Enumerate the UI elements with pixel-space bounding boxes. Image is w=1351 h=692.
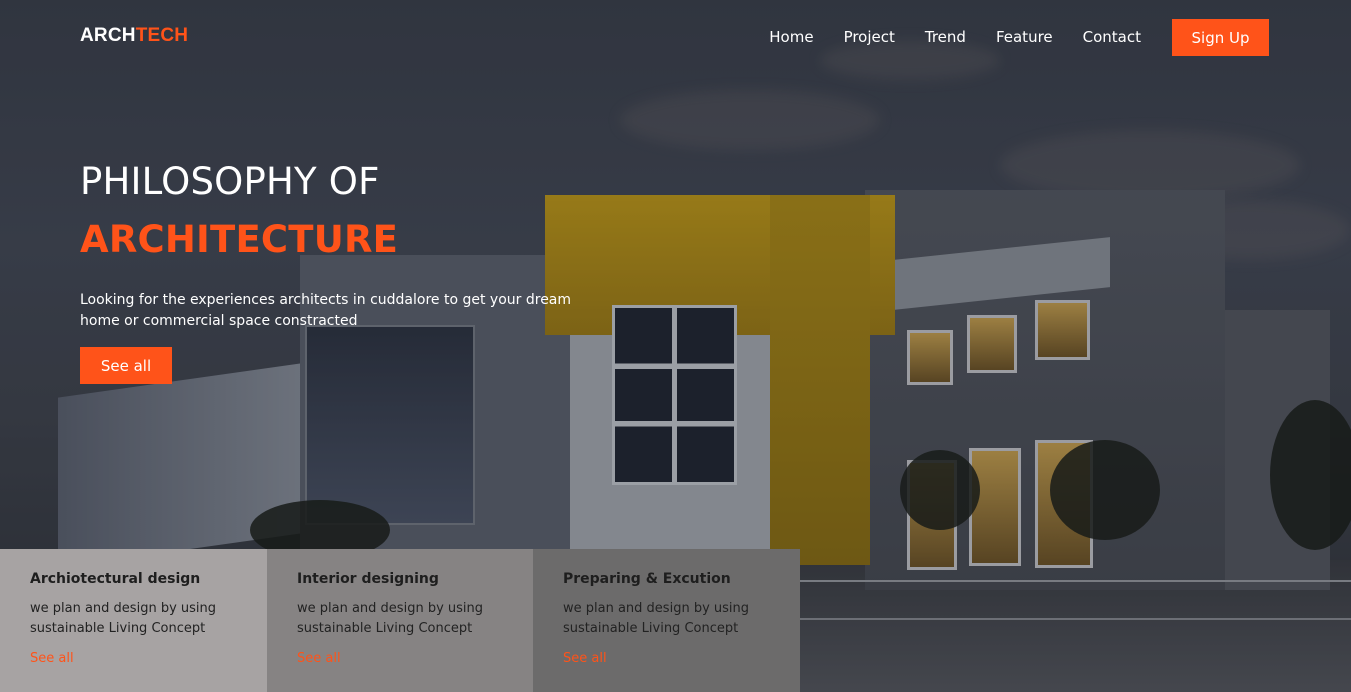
card-see-all-link[interactable]: See all <box>30 651 74 666</box>
card-title: Interior designing <box>297 571 439 587</box>
top-nav: ARCHTECH Home Project Trend Feature Cont… <box>0 0 1351 74</box>
card-see-all-link[interactable]: See all <box>297 651 341 666</box>
hero-title-line2: ARCHITECTURE <box>80 218 399 261</box>
nav-link-feature[interactable]: Feature <box>996 28 1053 46</box>
hero-see-all-button[interactable]: See all <box>80 347 172 384</box>
nav-menu: Home Project Trend Feature Contact <box>769 28 1141 46</box>
card-text: we plan and design by using sustainable … <box>563 601 750 636</box>
service-cards: Archiotectural design we plan and design… <box>0 549 800 692</box>
sign-up-button[interactable]: Sign Up <box>1172 19 1269 56</box>
card-see-all-link[interactable]: See all <box>563 651 607 666</box>
nav-link-trend[interactable]: Trend <box>925 28 966 46</box>
logo[interactable]: ARCHTECH <box>80 25 188 47</box>
hero-title-line1: PHILOSOPHY OF <box>80 160 380 203</box>
hero-section: ARCHTECH Home Project Trend Feature Cont… <box>0 0 1351 692</box>
logo-text: ARCH <box>80 25 136 46</box>
nav-link-project[interactable]: Project <box>844 28 895 46</box>
card-title: Preparing & Excution <box>563 571 731 587</box>
service-card-preparing: Preparing & Excution we plan and design … <box>533 549 800 692</box>
service-card-interior: Interior designing we plan and design by… <box>267 549 533 692</box>
card-text: we plan and design by using sustainable … <box>30 601 217 636</box>
nav-link-contact[interactable]: Contact <box>1083 28 1141 46</box>
hero-description: Looking for the experiences architects i… <box>80 292 572 329</box>
logo-accent-text: TECH <box>135 25 189 46</box>
card-title: Archiotectural design <box>30 571 201 587</box>
card-text: we plan and design by using sustainable … <box>297 601 484 636</box>
service-card-architectural: Archiotectural design we plan and design… <box>0 549 267 692</box>
nav-link-home[interactable]: Home <box>769 28 813 46</box>
